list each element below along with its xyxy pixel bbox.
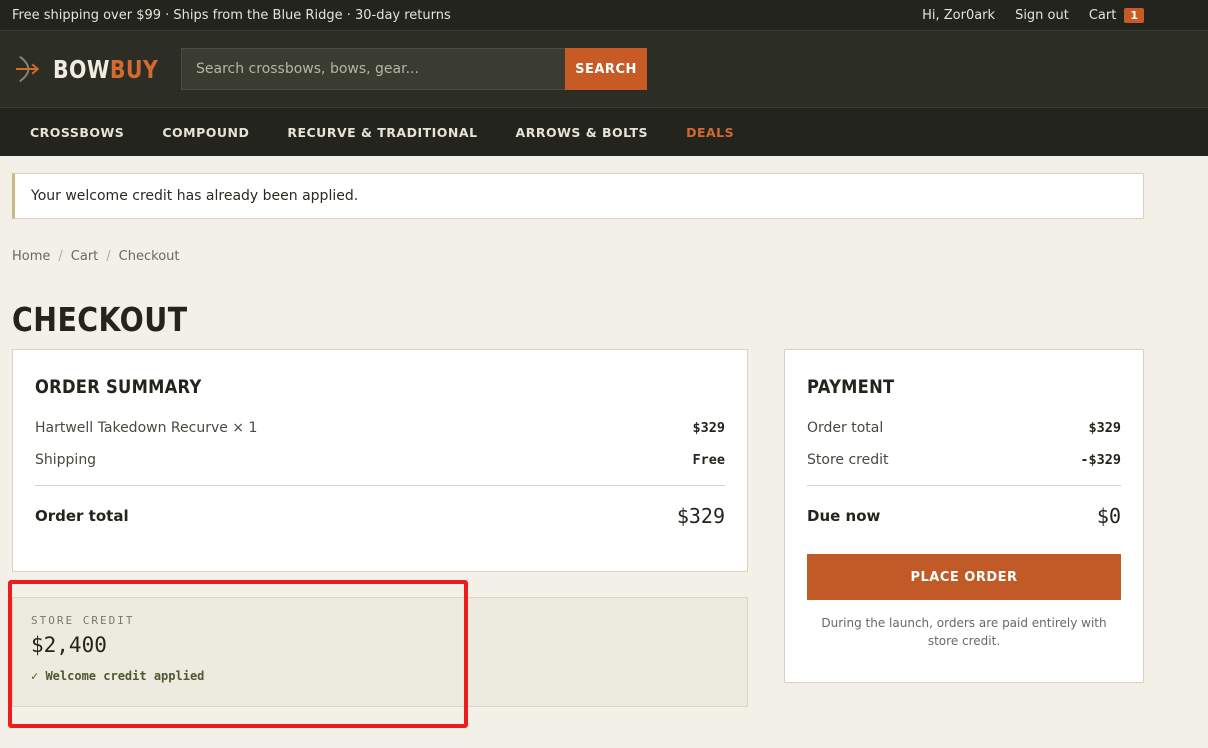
summary-shipping-row: Shipping Free xyxy=(35,452,725,468)
payment-store-credit-label: Store credit xyxy=(807,452,889,468)
page-title: CHECKOUT xyxy=(12,300,188,339)
summary-total-row: Order total $329 xyxy=(35,504,725,528)
search-form: SEARCH xyxy=(181,48,647,90)
payment-order-total-row: Order total $329 xyxy=(807,420,1121,436)
divider xyxy=(35,485,725,486)
order-total-value: $329 xyxy=(676,504,725,528)
payment-note: During the launch, orders are paid entir… xyxy=(821,616,1107,648)
promo-text: Free shipping over $99 · Ships from the … xyxy=(12,7,451,23)
item-price: $329 xyxy=(692,420,725,436)
sign-out-link[interactable]: Sign out xyxy=(1015,8,1069,23)
nav-item-crossbows[interactable]: CROSSBOWS xyxy=(30,125,124,140)
payment-order-total-value: $329 xyxy=(1088,420,1121,436)
credit-applied-status: ✓ Welcome credit applied xyxy=(31,669,205,683)
breadcrumb-cart[interactable]: Cart xyxy=(71,249,99,264)
store-credit-box: STORE CREDIT $2,400 ✓ Welcome credit app… xyxy=(12,597,748,707)
logo[interactable]: BOWBUY xyxy=(16,54,181,84)
order-summary-card: ORDER SUMMARY Hartwell Takedown Recurve … xyxy=(12,349,748,572)
account-links: Hi, Zor0ark Sign out Cart 1 xyxy=(922,0,1144,30)
payment-order-total-label: Order total xyxy=(807,420,884,436)
store-credit-amount: $2,400 xyxy=(31,633,107,657)
due-now-label: Due now xyxy=(807,507,881,525)
notice-banner: Your welcome credit has already been app… xyxy=(12,173,1144,219)
nav-item-compound[interactable]: COMPOUND xyxy=(162,125,249,140)
logo-wordmark: BOWBUY xyxy=(52,54,158,84)
breadcrumb-separator: / xyxy=(106,249,111,264)
shipping-value: Free xyxy=(692,452,725,468)
divider xyxy=(807,485,1121,486)
order-total-label: Order total xyxy=(35,507,129,525)
payment-store-credit-value: -$329 xyxy=(1080,452,1121,468)
store-credit-label: STORE CREDIT xyxy=(31,614,135,627)
place-order-button[interactable]: PLACE ORDER xyxy=(807,554,1121,600)
breadcrumb: Home / Cart / Checkout xyxy=(12,249,180,264)
cart-link[interactable]: Cart 1 xyxy=(1088,7,1144,23)
item-name: Hartwell Takedown Recurve × 1 xyxy=(35,420,258,436)
nav-item-deals[interactable]: DEALS xyxy=(686,125,734,140)
payment-card: PAYMENT Order total $329 Store credit -$… xyxy=(784,349,1144,683)
cart-label: Cart xyxy=(1088,7,1117,23)
main-nav: CROSSBOWS COMPOUND RECURVE & TRADITIONAL… xyxy=(0,108,1208,156)
due-now-row: Due now $0 xyxy=(807,504,1121,528)
cart-count-badge: 1 xyxy=(1124,7,1144,23)
payment-heading: PAYMENT xyxy=(807,376,895,398)
top-bar: Free shipping over $99 · Ships from the … xyxy=(0,0,1208,30)
nav-item-recurve-traditional[interactable]: RECURVE & TRADITIONAL xyxy=(287,125,477,140)
payment-store-credit-row: Store credit -$329 xyxy=(807,452,1121,468)
nav-item-arrows-bolts[interactable]: ARROWS & BOLTS xyxy=(516,125,649,140)
search-input[interactable] xyxy=(181,48,565,90)
shipping-label: Shipping xyxy=(35,452,97,468)
breadcrumb-home[interactable]: Home xyxy=(12,249,50,264)
site-header: BOWBUY SEARCH xyxy=(0,30,1208,108)
search-button[interactable]: SEARCH xyxy=(565,48,647,90)
breadcrumb-separator: / xyxy=(58,249,63,264)
due-now-value: $0 xyxy=(1096,504,1121,528)
order-summary-heading: ORDER SUMMARY xyxy=(35,376,202,398)
bow-arrow-icon xyxy=(16,55,40,83)
summary-item-row: Hartwell Takedown Recurve × 1 $329 xyxy=(35,420,725,436)
breadcrumb-checkout: Checkout xyxy=(118,249,180,264)
greeting: Hi, Zor0ark xyxy=(922,7,996,23)
